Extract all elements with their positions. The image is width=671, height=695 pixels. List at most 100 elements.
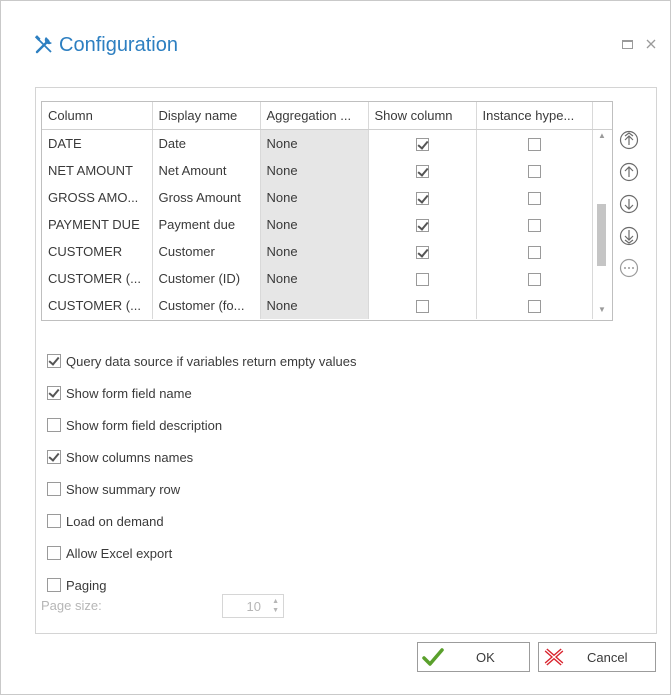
cell-instance-hyperlink[interactable]	[476, 292, 593, 319]
show-column-checkbox[interactable]	[415, 246, 429, 260]
instance-hyperlink-checkbox[interactable]	[527, 219, 541, 233]
cell-show-column[interactable]	[368, 211, 477, 238]
instance-hyperlink-checkbox[interactable]	[527, 192, 541, 206]
table-row[interactable]: DATE Date None	[42, 129, 612, 157]
close-icon[interactable]	[644, 37, 658, 51]
cancel-button[interactable]: Cancel	[538, 642, 656, 672]
scroll-thumb[interactable]	[597, 204, 606, 266]
option-show-summary-row[interactable]: Show summary row	[47, 473, 356, 505]
header-column[interactable]: Column	[42, 102, 153, 130]
cell-display-name[interactable]: Customer (ID)	[152, 265, 261, 292]
cell-column[interactable]: CUSTOMER (...	[42, 292, 153, 319]
cell-aggregation[interactable]: None	[260, 292, 369, 319]
columns-grid: Column Display name Aggregation ... Show…	[41, 101, 613, 321]
cell-column[interactable]: CUSTOMER	[42, 238, 153, 265]
scroll-up-icon[interactable]: ▲	[598, 131, 606, 140]
cancel-label: Cancel	[587, 650, 628, 665]
option-paging[interactable]: Paging	[47, 569, 356, 601]
option-checkbox[interactable]	[47, 546, 61, 560]
spinner-arrows-icon[interactable]: ▲ ▼	[272, 597, 279, 615]
header-aggregation[interactable]: Aggregation ...	[260, 102, 369, 130]
ok-button[interactable]: OK	[417, 642, 530, 672]
cell-show-column[interactable]	[368, 157, 477, 184]
option-show-columns-names[interactable]: Show columns names	[47, 441, 356, 473]
show-column-checkbox[interactable]	[415, 165, 429, 179]
option-label: Show form field name	[66, 385, 192, 401]
header-instance-hyperlink[interactable]: Instance hype...	[476, 102, 593, 130]
show-column-checkbox[interactable]	[415, 300, 429, 314]
cell-instance-hyperlink[interactable]	[476, 129, 593, 157]
option-show-form-field-description[interactable]: Show form field description	[47, 409, 356, 441]
cell-display-name[interactable]: Customer (fo...	[152, 292, 261, 319]
option-checkbox[interactable]	[47, 482, 61, 496]
columns-table: Column Display name Aggregation ... Show…	[42, 102, 612, 319]
header-display-name[interactable]: Display name	[152, 102, 261, 130]
cell-aggregation[interactable]: None	[260, 238, 369, 265]
table-row[interactable]: CUSTOMER (... Customer (fo... None	[42, 292, 612, 319]
cell-column[interactable]: NET AMOUNT	[42, 157, 153, 184]
page-size-label: Page size:	[41, 598, 102, 613]
option-query-data-source[interactable]: Query data source if variables return em…	[47, 345, 356, 377]
table-row[interactable]: CUSTOMER Customer None	[42, 238, 612, 265]
table-row[interactable]: GROSS AMO... Gross Amount None	[42, 184, 612, 211]
option-allow-excel-export[interactable]: Allow Excel export	[47, 537, 356, 569]
grid-scrollbar[interactable]: ▲ ▼	[593, 129, 611, 319]
cell-instance-hyperlink[interactable]	[476, 157, 593, 184]
cell-instance-hyperlink[interactable]	[476, 265, 593, 292]
cell-aggregation[interactable]: None	[260, 211, 369, 238]
options-list: Query data source if variables return em…	[47, 345, 356, 601]
more-icon[interactable]	[619, 258, 639, 278]
cell-show-column[interactable]	[368, 265, 477, 292]
show-column-checkbox[interactable]	[415, 192, 429, 206]
show-column-checkbox[interactable]	[415, 138, 429, 152]
cell-display-name[interactable]: Customer	[152, 238, 261, 265]
table-row[interactable]: NET AMOUNT Net Amount None	[42, 157, 612, 184]
option-load-on-demand[interactable]: Load on demand	[47, 505, 356, 537]
option-checkbox[interactable]	[47, 578, 61, 592]
instance-hyperlink-checkbox[interactable]	[527, 273, 541, 287]
move-bottom-icon[interactable]	[619, 226, 639, 246]
cell-display-name[interactable]: Gross Amount	[152, 184, 261, 211]
cell-column[interactable]: DATE	[42, 129, 153, 157]
maximize-icon[interactable]	[620, 37, 634, 51]
cell-aggregation[interactable]: None	[260, 129, 369, 157]
show-column-checkbox[interactable]	[415, 273, 429, 287]
instance-hyperlink-checkbox[interactable]	[527, 138, 541, 152]
cell-display-name[interactable]: Payment due	[152, 211, 261, 238]
table-row[interactable]: CUSTOMER (... Customer (ID) None	[42, 265, 612, 292]
cell-instance-hyperlink[interactable]	[476, 184, 593, 211]
move-up-icon[interactable]	[619, 162, 639, 182]
option-checkbox[interactable]	[47, 450, 61, 464]
instance-hyperlink-checkbox[interactable]	[527, 165, 541, 179]
cell-display-name[interactable]: Date	[152, 129, 261, 157]
instance-hyperlink-checkbox[interactable]	[527, 300, 541, 314]
cell-column[interactable]: GROSS AMO...	[42, 184, 153, 211]
cell-instance-hyperlink[interactable]	[476, 238, 593, 265]
cell-column[interactable]: CUSTOMER (...	[42, 265, 153, 292]
scroll-down-icon[interactable]: ▼	[598, 305, 606, 314]
cell-show-column[interactable]	[368, 238, 477, 265]
header-spacer	[592, 102, 612, 130]
cell-display-name[interactable]: Net Amount	[152, 157, 261, 184]
option-checkbox[interactable]	[47, 514, 61, 528]
cell-aggregation[interactable]: None	[260, 184, 369, 211]
option-checkbox[interactable]	[47, 386, 61, 400]
option-checkbox[interactable]	[47, 418, 61, 432]
cell-aggregation[interactable]: None	[260, 265, 369, 292]
move-down-icon[interactable]	[619, 194, 639, 214]
page-size-value: 10	[246, 599, 261, 614]
header-show-column[interactable]: Show column	[368, 102, 477, 130]
show-column-checkbox[interactable]	[415, 219, 429, 233]
cell-instance-hyperlink[interactable]	[476, 211, 593, 238]
option-show-form-field-name[interactable]: Show form field name	[47, 377, 356, 409]
cell-column[interactable]: PAYMENT DUE	[42, 211, 153, 238]
move-top-icon[interactable]	[619, 130, 639, 150]
instance-hyperlink-checkbox[interactable]	[527, 246, 541, 260]
option-checkbox[interactable]	[47, 354, 61, 368]
cell-aggregation[interactable]: None	[260, 157, 369, 184]
cell-show-column[interactable]	[368, 292, 477, 319]
cell-show-column[interactable]	[368, 129, 477, 157]
table-row[interactable]: PAYMENT DUE Payment due None	[42, 211, 612, 238]
cell-show-column[interactable]	[368, 184, 477, 211]
page-size-spinner[interactable]: 10 ▲ ▼	[222, 594, 284, 618]
